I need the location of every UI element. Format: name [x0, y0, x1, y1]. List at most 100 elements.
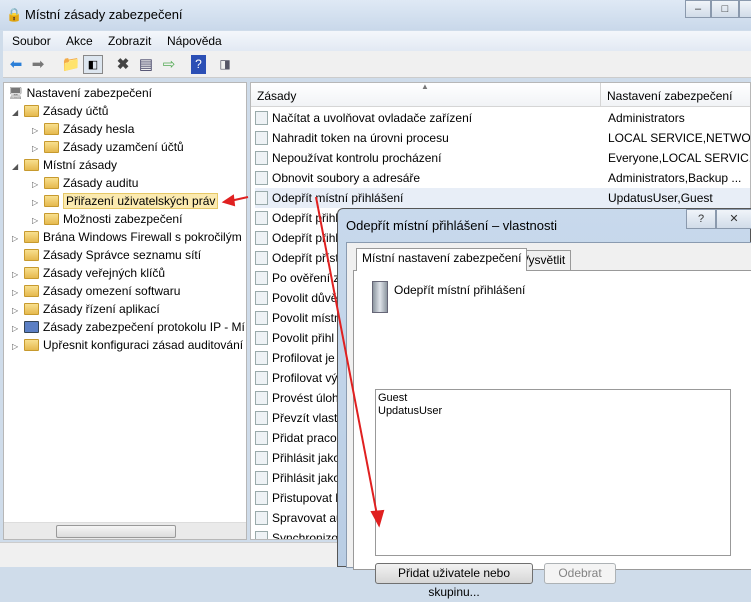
help-icon[interactable]: ? — [191, 55, 206, 74]
policy-icon — [255, 131, 268, 145]
remove-button[interactable]: Odebrat — [544, 563, 616, 584]
tree-item[interactable]: ▷ Zásady řízení aplikací — [12, 300, 160, 318]
maximize-button[interactable]: □ — [711, 0, 739, 18]
dialog-body: Místní nastavení zabezpečení Vysvětlit O… — [346, 242, 751, 599]
folder-icon — [24, 267, 39, 279]
column-label: Zásady — [257, 89, 297, 103]
properties-icon[interactable]: ▤ — [136, 55, 156, 74]
show-hide-tree-icon[interactable]: ◧ — [83, 55, 103, 74]
policy-row[interactable]: Načítat a uvolňovat ovladače zařízení Adm… — [255, 108, 750, 128]
policy-name: Přihlásit jako — [272, 451, 341, 465]
policy-name: Odepřít přihl — [272, 211, 339, 225]
back-icon[interactable]: ⬅ — [6, 55, 26, 74]
tree-item[interactable]: ▷ Upřesnit konfiguraci zásad auditování — [12, 336, 243, 354]
tree-item-label: Zásady uzamčení účtů — [63, 140, 184, 154]
tree-item-label: Zásady Správce seznamu sítí — [43, 248, 202, 262]
policy-icon — [255, 331, 268, 345]
policy-icon — [255, 191, 268, 205]
tree-item-label: Zásady omezení softwaru — [43, 284, 181, 298]
tree-item-label: Nastavení zabezpečení — [26, 86, 152, 100]
tree-item-selected[interactable]: ▷ Přiřazení uživatelských práv — [32, 192, 219, 210]
policy-name: Načítat a uvolňovat ovladače zařízení — [272, 111, 473, 125]
window-title: Místní zásady zabezpečení — [25, 7, 183, 22]
policy-name: Odepřít příst — [272, 251, 339, 265]
tab-local-security-setting[interactable]: Místní nastavení zabezpečení — [356, 248, 528, 271]
export-icon[interactable]: ⇨ — [159, 55, 179, 74]
policy-icon — [255, 251, 268, 265]
tab-panel: Odepřít místní přihlášení Guest UpdatusU… — [353, 270, 751, 599]
policy-setting: Everyone,LOCAL SERVIC... — [608, 151, 751, 165]
toolbar: ⬅ ➡ 📁 ◧ ✖ ▤ ⇨ ? ◨ — [3, 51, 751, 78]
policy-name: Spravovat au — [272, 511, 343, 525]
policy-name: Odepřít místní přihlášení — [272, 191, 404, 205]
menu-soubor[interactable]: Soubor — [12, 34, 51, 48]
tree-item-label: Místní zásady — [43, 158, 118, 172]
menu-zobrazit[interactable]: Zobrazit — [108, 34, 151, 48]
policy-name: Přidat praco — [272, 431, 337, 445]
tree-item-root[interactable]: 🖥 Nastavení zabezpečení — [8, 84, 152, 102]
member-item[interactable]: Guest — [378, 392, 728, 405]
policy-icon — [255, 231, 268, 245]
policy-name: Profilovat je — [272, 351, 335, 365]
show-action-pane-icon[interactable]: ◨ — [215, 55, 235, 74]
horizontal-scrollbar[interactable] — [4, 522, 246, 539]
dialog-close-button[interactable]: ✕ — [716, 209, 751, 229]
ip-security-icon — [24, 321, 39, 333]
tree-item[interactable]: ▷ Zásady zabezpečení protokolu IP - Mí — [12, 318, 245, 336]
add-user-or-group-button[interactable]: Přidat uživatele nebo skupinu... — [375, 563, 533, 599]
expanded-icon[interactable]: ◢ — [12, 104, 24, 122]
title-bar: 🔒 Místní zásady zabezpečení – □ — [0, 0, 751, 30]
policy-name: Obnovit soubory a adresáře — [272, 171, 421, 185]
properties-dialog: Odepřít místní přihlášení – vlastnosti ?… — [337, 208, 751, 599]
tree-item[interactable]: ▷ Zásady hesla — [32, 120, 134, 138]
member-item[interactable]: UpdatusUser — [378, 405, 728, 418]
menu-napoveda[interactable]: Nápověda — [167, 34, 222, 48]
tree-item[interactable]: ▷ Zásady uzamčení účtů — [32, 138, 184, 156]
policy-icon — [255, 311, 268, 325]
tree-item-label: Brána Windows Firewall s pokročilým — [43, 230, 242, 244]
close-button[interactable] — [739, 0, 751, 18]
policy-row[interactable]: Nepoužívat kontrolu procházení Everyone,L… — [255, 148, 751, 168]
tree-item-label: Zásady účtů — [43, 104, 109, 118]
tree-item-label: Přiřazení uživatelských práv — [63, 193, 219, 209]
policy-row[interactable]: Odepřít místní přihlášení UpdatusUser,Gue… — [255, 188, 750, 208]
scrollbar-thumb[interactable] — [56, 525, 176, 538]
menu-bar: Soubor Akce Zobrazit Nápověda — [3, 31, 751, 51]
policy-icon — [255, 371, 268, 385]
policy-name: Odepřít místní přihlášení — [394, 283, 526, 297]
policy-row[interactable]: Nahradit token na úrovni procesu LOCAL SE… — [255, 128, 750, 148]
help-button[interactable]: ? — [686, 209, 716, 229]
tree-item[interactable]: ▷ Zásady omezení softwaru — [12, 282, 180, 300]
policy-row[interactable]: Obnovit soubory a adresáře Administrators… — [255, 168, 750, 188]
tree-item[interactable]: ▷ Brána Windows Firewall s pokročilým — [12, 228, 242, 246]
policy-name: Synchronizo — [272, 531, 339, 540]
dialog-title: Odepřít místní přihlášení – vlastnosti — [346, 218, 557, 233]
tree-pane: 🖥 Nastavení zabezpečení ◢ Zásady účtů ▷ Zá… — [3, 82, 247, 540]
policy-name: Povolit důvě — [272, 291, 338, 305]
policy-icon — [255, 411, 268, 425]
tree-item[interactable]: ▷ Možnosti zabezpečení — [32, 210, 182, 228]
tree-item[interactable]: ▷ Zásady veřejných klíčů — [12, 264, 165, 282]
menu-akce[interactable]: Akce — [66, 34, 93, 48]
tree-item[interactable]: ◢ Zásady účtů — [12, 102, 108, 120]
folder-icon — [24, 339, 39, 351]
tree-item[interactable]: ◢ Místní zásady — [12, 156, 117, 174]
policy-setting: UpdatusUser,Guest — [608, 191, 713, 205]
members-listbox[interactable]: Guest UpdatusUser — [375, 389, 731, 556]
column-header-policy[interactable]: Zásady ▲ — [251, 83, 601, 107]
forward-icon[interactable]: ➡ — [28, 55, 48, 74]
policy-icon — [255, 491, 268, 505]
folder-icon — [24, 105, 39, 117]
delete-icon[interactable]: ✖ — [113, 55, 133, 74]
policy-setting: Administrators,Backup ... — [608, 171, 742, 185]
tree-item[interactable]: ▷ Zásady auditu — [32, 174, 138, 192]
expanded-icon[interactable]: ◢ — [12, 158, 24, 176]
up-folder-icon[interactable]: 📁 — [61, 55, 81, 74]
collapsed-icon[interactable]: ▷ — [12, 338, 24, 356]
tree-item[interactable]: Zásady Správce seznamu sítí — [12, 246, 201, 264]
policy-icon — [255, 391, 268, 405]
minimize-button[interactable]: – — [685, 0, 711, 18]
policy-icon — [255, 211, 268, 225]
policy-icon — [255, 451, 268, 465]
column-header-setting[interactable]: Nastavení zabezpečení — [601, 83, 750, 107]
